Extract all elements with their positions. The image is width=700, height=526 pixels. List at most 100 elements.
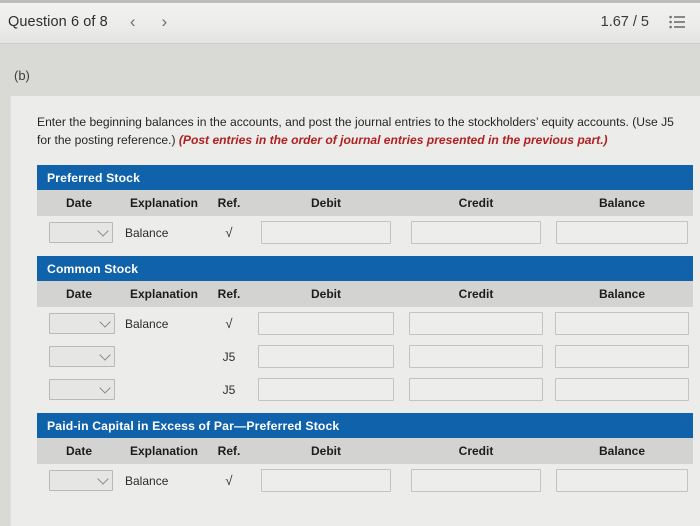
date-select[interactable] xyxy=(49,470,113,492)
checkmark-icon: √ xyxy=(225,316,233,332)
chevron-down-icon xyxy=(99,382,111,394)
credit-cell xyxy=(401,378,551,402)
column-header-explanation: Explanation xyxy=(129,196,198,211)
checkmark-icon: √ xyxy=(225,225,233,241)
balance-input[interactable] xyxy=(556,221,688,245)
balance-input[interactable] xyxy=(555,378,689,402)
credit-cell xyxy=(401,312,551,336)
table-row: Balance √ xyxy=(37,464,693,498)
question-toolbar: Question 6 of 8 ‹ › 1.67 / 5 xyxy=(0,0,700,44)
explanation-label: Balance xyxy=(125,225,169,240)
score-display: 1.67 / 5 xyxy=(600,13,649,30)
table-row: Balance √ xyxy=(37,216,693,250)
ledger-paid-in-capital-preferred: Paid-in Capital in Excess of Par—Preferr… xyxy=(37,413,693,498)
instructions-text: Enter the beginning balances in the acco… xyxy=(37,114,687,149)
debit-input[interactable] xyxy=(261,221,391,245)
section-gap xyxy=(11,406,700,414)
ledger-title: Preferred Stock xyxy=(37,165,693,191)
chevron-down-icon xyxy=(97,225,109,237)
balance-cell xyxy=(551,221,693,245)
question-content-card: Enter the beginning balances in the acco… xyxy=(10,96,700,526)
toolbar-right-group: 1.67 / 5 xyxy=(601,14,686,30)
ledger-column-headers: Date Explanation Ref. Debit Credit Balan… xyxy=(37,281,693,308)
credit-input[interactable] xyxy=(411,469,541,493)
date-cell xyxy=(37,313,121,335)
credit-input[interactable] xyxy=(409,312,543,336)
date-cell xyxy=(37,379,121,401)
table-row: J5 xyxy=(37,373,693,407)
debit-cell xyxy=(251,221,401,245)
part-label: (b) xyxy=(14,68,30,83)
column-header-debit: Debit xyxy=(311,287,341,302)
credit-input[interactable] xyxy=(409,378,543,402)
credit-cell xyxy=(401,345,551,369)
ref-label: J5 xyxy=(222,349,236,364)
debit-input[interactable] xyxy=(258,345,394,369)
ledger-title: Paid-in Capital in Excess of Par—Preferr… xyxy=(37,413,693,439)
explanation-cell: Balance xyxy=(121,474,207,488)
date-cell xyxy=(37,222,121,244)
balance-input[interactable] xyxy=(556,469,688,493)
table-row: Balance √ xyxy=(37,307,693,341)
debit-input[interactable] xyxy=(258,312,394,336)
date-cell xyxy=(37,470,121,492)
question-counter: Question 6 of 8 xyxy=(8,13,108,30)
list-icon[interactable] xyxy=(669,15,686,29)
date-select[interactable] xyxy=(49,313,115,335)
question-navigation: ‹ › xyxy=(130,13,167,30)
instructions-emphasis: (Post entries in the order of journal en… xyxy=(178,132,608,147)
ref-cell: J5 xyxy=(207,350,251,364)
column-header-date: Date xyxy=(65,444,92,459)
column-header-date: Date xyxy=(65,287,92,302)
ref-cell: √ xyxy=(207,225,251,240)
column-header-balance: Balance xyxy=(598,196,646,211)
explanation-label: Balance xyxy=(125,316,169,331)
next-question-arrow-icon[interactable]: › xyxy=(162,13,168,30)
ledger-title: Common Stock xyxy=(37,256,693,282)
ledger-column-headers: Date Explanation Ref. Debit Credit Balan… xyxy=(37,438,693,465)
balance-input[interactable] xyxy=(555,345,689,369)
debit-cell xyxy=(251,469,401,493)
column-header-credit: Credit xyxy=(458,196,494,211)
ref-label: J5 xyxy=(222,382,236,397)
credit-input[interactable] xyxy=(409,345,543,369)
ledger-preferred-stock: Preferred Stock Date Explanation Ref. De… xyxy=(37,165,693,250)
date-select[interactable] xyxy=(49,379,115,401)
debit-cell xyxy=(251,378,401,402)
column-header-debit: Debit xyxy=(311,196,341,211)
credit-cell xyxy=(401,221,551,245)
chevron-down-icon xyxy=(99,349,111,361)
debit-cell xyxy=(251,312,401,336)
balance-cell xyxy=(551,345,693,369)
column-header-ref: Ref. xyxy=(217,196,241,211)
credit-input[interactable] xyxy=(411,221,541,245)
date-cell xyxy=(37,346,121,368)
column-header-ref: Ref. xyxy=(217,287,241,302)
column-header-debit: Debit xyxy=(311,444,341,459)
explanation-label: Balance xyxy=(125,473,169,488)
explanation-cell: Balance xyxy=(121,317,207,331)
ref-cell: √ xyxy=(207,473,251,488)
credit-cell xyxy=(401,469,551,493)
debit-input[interactable] xyxy=(258,378,394,402)
section-gap xyxy=(11,249,700,257)
column-header-ref: Ref. xyxy=(217,444,241,459)
column-header-explanation: Explanation xyxy=(129,444,198,459)
column-header-credit: Credit xyxy=(458,444,494,459)
debit-input[interactable] xyxy=(261,469,391,493)
chevron-down-icon xyxy=(99,316,111,328)
balance-cell xyxy=(551,378,693,402)
chevron-down-icon xyxy=(97,473,109,485)
balance-input[interactable] xyxy=(555,312,689,336)
previous-question-arrow-icon[interactable]: ‹ xyxy=(130,13,136,30)
debit-cell xyxy=(251,345,401,369)
column-header-credit: Credit xyxy=(458,287,494,302)
balance-cell xyxy=(551,312,693,336)
balance-cell xyxy=(551,469,693,493)
ledger-column-headers: Date Explanation Ref. Debit Credit Balan… xyxy=(37,190,693,217)
column-header-balance: Balance xyxy=(598,444,646,459)
date-select[interactable] xyxy=(49,222,113,244)
checkmark-icon: √ xyxy=(225,473,233,489)
date-select[interactable] xyxy=(49,346,115,368)
ref-cell: √ xyxy=(207,316,251,331)
